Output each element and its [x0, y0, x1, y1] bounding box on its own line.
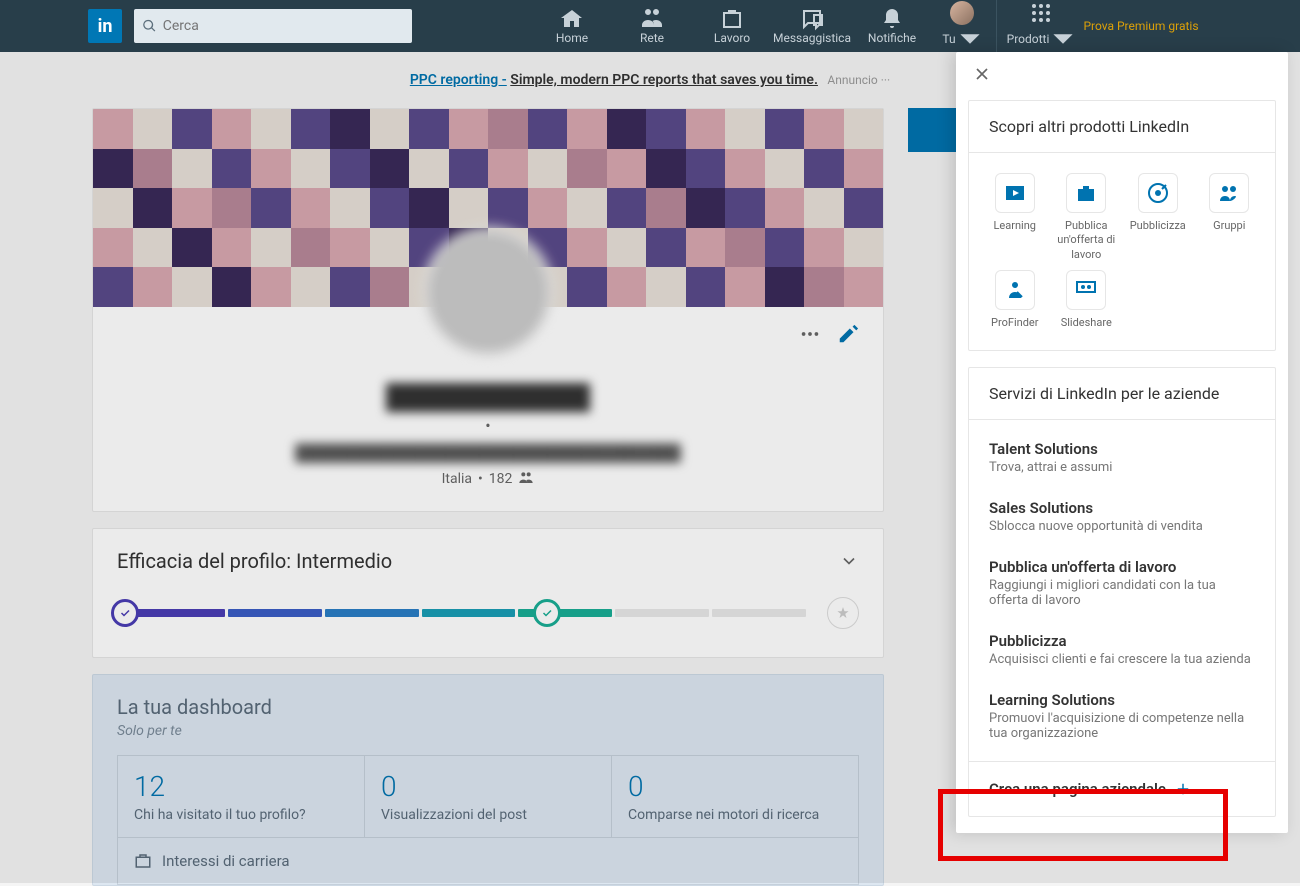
- grid-icon: [1029, 1, 1053, 25]
- effectiveness-bar: [117, 597, 859, 629]
- profile-separator: •: [117, 416, 859, 435]
- nav-messaging[interactable]: Messaggistica: [772, 0, 852, 52]
- product-slideshare[interactable]: Slideshare: [1053, 270, 1121, 330]
- nav-jobs-label: Lavoro: [714, 31, 750, 45]
- service-advertise[interactable]: Pubblicizza Acquisisci clienti e fai cre…: [989, 620, 1255, 679]
- effectiveness-title: Efficacia del profilo: Intermedio: [117, 549, 392, 573]
- network-icon: [640, 7, 664, 31]
- caret-down-icon: [1051, 27, 1075, 51]
- nav-divider: [996, 0, 997, 52]
- profile-headline: ██████████████████████████████████: [117, 443, 859, 463]
- dashboard-career-interests[interactable]: Interessi di carriera: [117, 838, 859, 885]
- more-icon[interactable]: [799, 323, 821, 345]
- nav-home-label: Home: [556, 31, 588, 45]
- dashboard-stat-searches[interactable]: 0 Comparse nei motori di ricerca: [612, 756, 858, 837]
- effectiveness-card: Efficacia del profilo: Intermedio: [92, 528, 884, 658]
- nav-network[interactable]: Rete: [612, 0, 692, 52]
- product-post-job[interactable]: Pubblica un'offerta di lavoro: [1053, 173, 1121, 262]
- premium-cta[interactable]: Prova Premium gratis: [1081, 19, 1201, 33]
- nav-items: Home Rete Lavoro Messaggistica Notifiche…: [532, 0, 1081, 52]
- close-icon: [972, 64, 992, 84]
- ad-text[interactable]: Simple, modern PPC reports that saves yo…: [510, 72, 818, 88]
- discover-heading: Scopri altri prodotti LinkedIn: [969, 101, 1275, 153]
- groups-icon: [1217, 181, 1241, 205]
- service-post-job[interactable]: Pubblica un'offerta di lavoro Raggiungi …: [989, 546, 1255, 620]
- briefcase-icon: [134, 852, 152, 870]
- nav-messaging-label: Messaggistica: [773, 31, 851, 45]
- linkedin-logo[interactable]: in: [88, 9, 122, 43]
- service-talent[interactable]: Talent Solutions Trova, attrai e assumi: [989, 428, 1255, 487]
- ad-tag: Annuncio ···: [827, 73, 890, 87]
- nav-network-label: Rete: [640, 31, 664, 45]
- dashboard-stats: 12 Chi ha visitato il tuo profilo? 0 Vis…: [117, 755, 859, 838]
- effectiveness-current-icon: [533, 599, 561, 627]
- nav-me-label: Tu: [942, 32, 955, 46]
- dashboard-card: La tua dashboard Solo per te 12 Chi ha v…: [92, 674, 884, 886]
- job-post-icon: [1074, 181, 1098, 205]
- nav-notifications-label: Notifiche: [868, 31, 916, 45]
- nav-products[interactable]: Prodotti: [1001, 0, 1081, 52]
- nav-jobs[interactable]: Lavoro: [692, 0, 772, 52]
- product-advertise[interactable]: Pubblicizza: [1124, 173, 1192, 262]
- service-sales[interactable]: Sales Solutions Sblocca nuove opportunit…: [989, 487, 1255, 546]
- top-navigation: in Home Rete Lavoro Messaggistica Notifi…: [0, 0, 1300, 52]
- profinder-icon: [1003, 278, 1027, 302]
- effectiveness-star-icon: [827, 597, 859, 629]
- search-icon: [142, 18, 157, 34]
- dashboard-subtitle: Solo per te: [117, 723, 859, 739]
- profile-avatar[interactable]: [423, 227, 553, 357]
- target-icon: [1146, 181, 1170, 205]
- nav-home[interactable]: Home: [532, 0, 612, 52]
- dashboard-title: La tua dashboard: [117, 695, 859, 719]
- service-learning[interactable]: Learning Solutions Promuovi l'acquisizio…: [989, 679, 1255, 753]
- product-profinder[interactable]: ProFinder: [981, 270, 1049, 330]
- services-section: Servizi di LinkedIn per le aziende Talen…: [968, 367, 1276, 817]
- briefcase-icon: [720, 7, 744, 31]
- play-icon: [1003, 181, 1027, 205]
- chevron-down-icon[interactable]: [839, 551, 859, 571]
- search-input[interactable]: [163, 18, 404, 34]
- create-company-page[interactable]: Crea una pagina aziendale: [969, 761, 1275, 816]
- profile-location: Italia • 182: [117, 471, 859, 487]
- bell-icon: [880, 7, 904, 31]
- dashboard-stat-views[interactable]: 0 Visualizzazioni del post: [365, 756, 612, 837]
- discover-section: Scopri altri prodotti LinkedIn Learning …: [968, 100, 1276, 351]
- search-box[interactable]: [134, 9, 412, 43]
- slideshare-icon: [1074, 278, 1098, 302]
- profile-card: ████████████ • █████████████████████████…: [92, 108, 884, 512]
- product-learning[interactable]: Learning: [981, 173, 1049, 262]
- home-icon: [560, 7, 584, 31]
- edit-pencil-icon[interactable]: [837, 323, 859, 345]
- profile-name: ████████████: [117, 383, 859, 412]
- panel-close[interactable]: [956, 52, 1288, 100]
- plus-icon: [1174, 780, 1192, 798]
- product-groups[interactable]: Gruppi: [1196, 173, 1264, 262]
- caret-down-icon: [958, 27, 982, 51]
- ad-link[interactable]: PPC reporting -: [410, 72, 507, 88]
- effectiveness-start-icon: [111, 599, 139, 627]
- nav-products-label: Prodotti: [1007, 32, 1050, 46]
- avatar-icon: [950, 1, 974, 25]
- nav-notifications[interactable]: Notifiche: [852, 0, 932, 52]
- services-heading: Servizi di LinkedIn per le aziende: [969, 368, 1275, 420]
- products-panel: Scopri altri prodotti LinkedIn Learning …: [956, 52, 1288, 833]
- connections-icon: [518, 471, 534, 487]
- nav-me[interactable]: Tu: [932, 0, 992, 52]
- dashboard-stat-visitors[interactable]: 12 Chi ha visitato il tuo profilo?: [118, 756, 365, 837]
- messaging-icon: [800, 7, 824, 31]
